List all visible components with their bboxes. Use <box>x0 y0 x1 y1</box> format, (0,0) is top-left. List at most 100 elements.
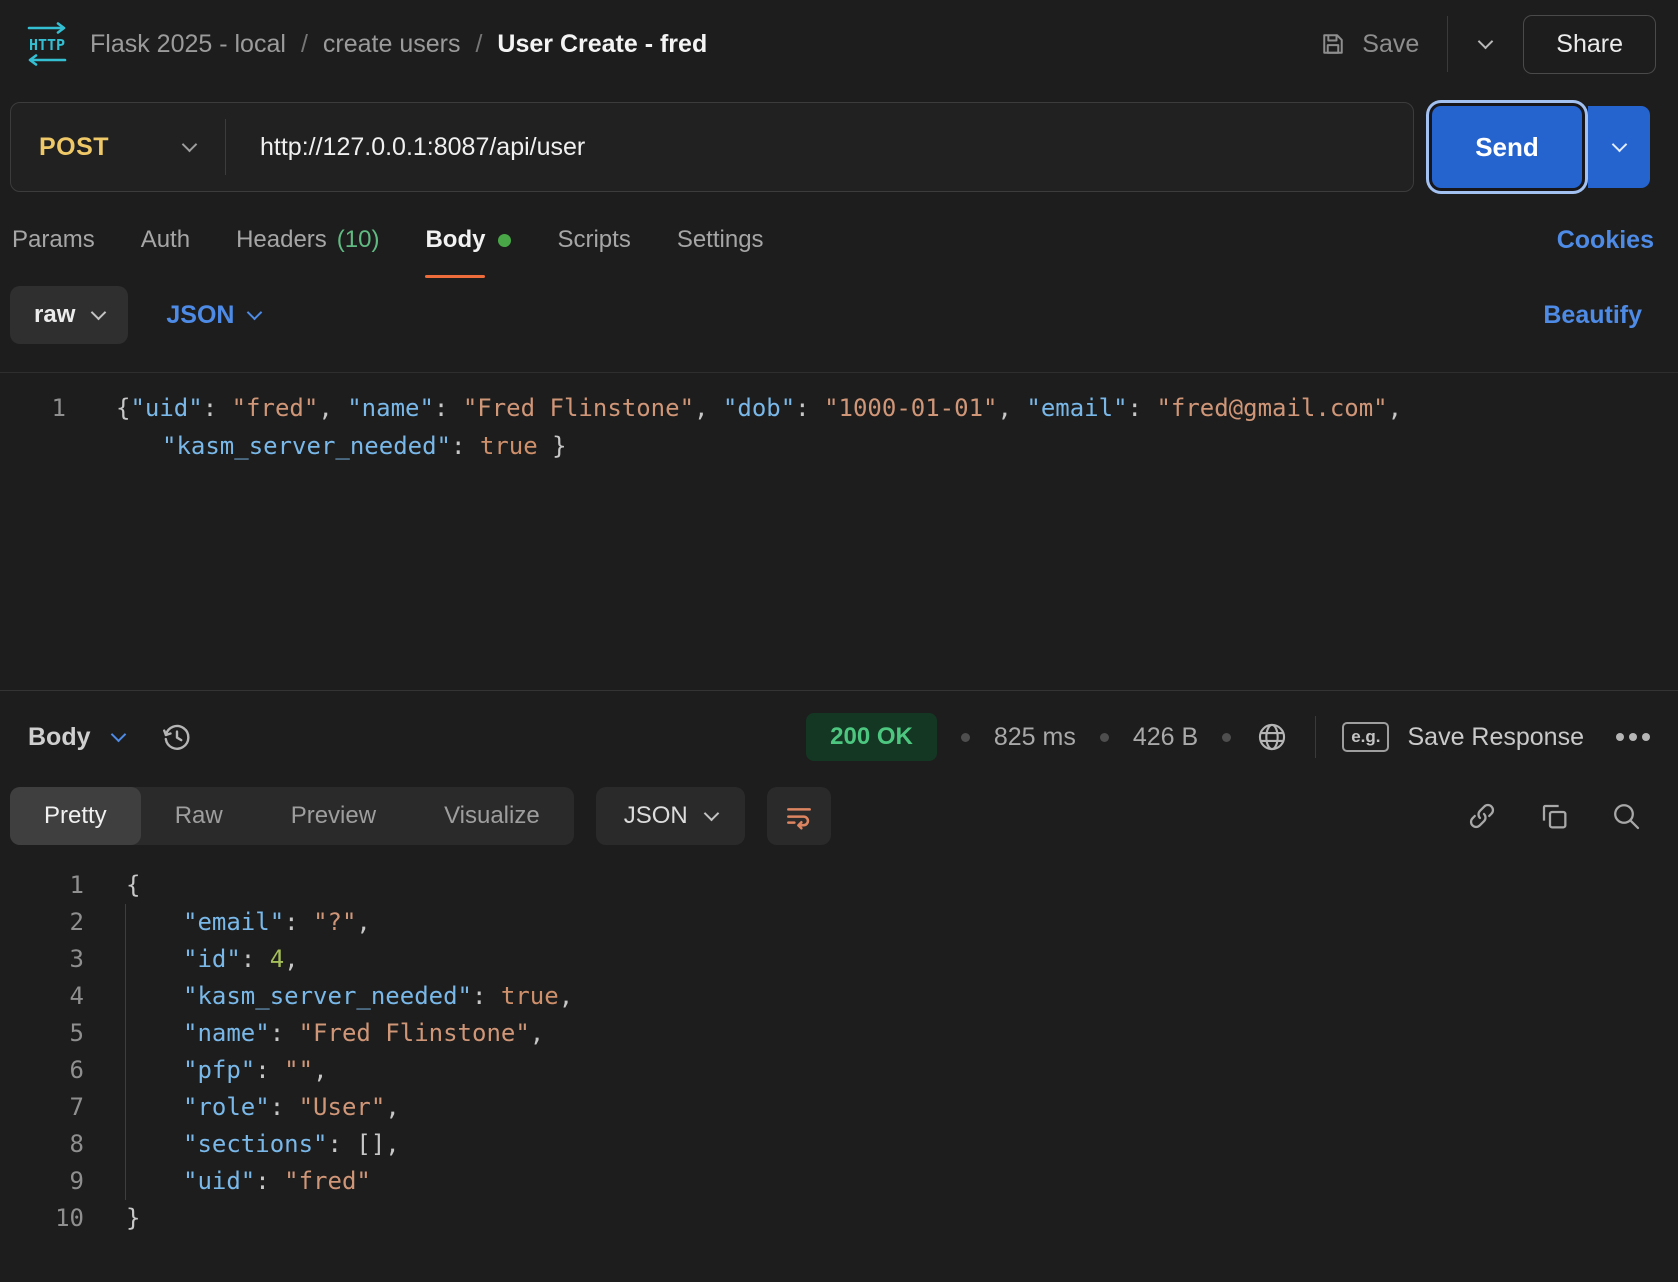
request-tabs: Params Auth Headers (10) Body Scripts Se… <box>0 202 1678 278</box>
meta-divider <box>1315 716 1316 758</box>
body-modified-dot <box>498 234 511 247</box>
more-options-icon[interactable] <box>1616 733 1650 741</box>
language-selector[interactable]: JSON <box>166 301 260 330</box>
chevron-down-icon <box>1611 136 1627 152</box>
response-view-segmented-control: Pretty Raw Preview Visualize <box>10 787 574 845</box>
globe-icon <box>1255 720 1289 754</box>
tab-pretty[interactable]: Pretty <box>10 787 141 845</box>
breadcrumb-collection[interactable]: Flask 2025 - local <box>90 30 286 59</box>
request-url-row: POST Send <box>10 102 1662 192</box>
tab-settings[interactable]: Settings <box>677 202 764 278</box>
body-format-label: raw <box>34 301 75 329</box>
tab-params-label: Params <box>12 202 95 278</box>
tab-visualize[interactable]: Visualize <box>410 787 574 845</box>
response-language-selector[interactable]: JSON <box>596 787 745 845</box>
breadcrumb-separator: / <box>475 30 482 59</box>
response-size: 426 B <box>1133 723 1198 752</box>
code-line: 4"kasm_server_needed": true, <box>0 978 1678 1015</box>
language-label: JSON <box>166 301 234 330</box>
network-info-button[interactable] <box>1255 720 1289 754</box>
save-button[interactable]: Save <box>1291 30 1447 59</box>
url-input[interactable] <box>226 133 1413 162</box>
code-line: 5"name": "Fred Flinstone", <box>0 1015 1678 1052</box>
save-label: Save <box>1362 30 1419 59</box>
url-container: POST <box>10 102 1414 192</box>
postman-window: HTTP Flask 2025 - local / create users /… <box>0 0 1678 1282</box>
meta-separator-dot <box>1100 733 1109 742</box>
send-button-group: Send <box>1432 102 1662 192</box>
response-panel-chevron[interactable] <box>113 735 124 740</box>
code-line: 6"pfp": "", <box>0 1052 1678 1089</box>
save-icon <box>1319 30 1347 58</box>
protocol-badge-label: HTTP <box>29 36 65 54</box>
code-line: 9"uid": "fred" <box>0 1163 1678 1200</box>
http-request-icon: HTTP <box>22 21 72 67</box>
response-meta: 200 OK 825 ms 426 B e.g. Save Response <box>806 713 1650 761</box>
response-language-label: JSON <box>624 802 688 830</box>
meta-separator-dot <box>961 733 970 742</box>
send-label: Send <box>1475 132 1539 163</box>
tab-auth-label: Auth <box>141 202 190 278</box>
copy-icon <box>1538 800 1570 832</box>
breadcrumb-separator: / <box>301 30 308 59</box>
breadcrumb-folder[interactable]: create users <box>323 30 461 59</box>
chevron-down-icon <box>247 304 263 320</box>
share-label: Share <box>1556 30 1623 58</box>
code-line: 2"email": "?", <box>0 904 1678 941</box>
response-panel-label: Body <box>28 723 91 752</box>
method-selector[interactable]: POST <box>11 133 225 162</box>
tab-body-label: Body <box>425 202 485 278</box>
meta-separator-dot <box>1222 733 1231 742</box>
code-line: 1{ <box>0 867 1678 904</box>
copy-link-button[interactable] <box>1466 800 1498 832</box>
body-format-row: raw JSON Beautify <box>0 278 1678 352</box>
response-view-tabs: Pretty Raw Preview Visualize JSON <box>0 783 1678 849</box>
code-line: "kasm_server_needed": true } <box>0 427 1678 465</box>
request-body-editor[interactable]: 1{"uid": "fred", "name": "Fred Flinstone… <box>0 373 1678 690</box>
header-actions: Save Share <box>1291 15 1656 74</box>
chevron-down-icon <box>1478 33 1494 49</box>
wrap-lines-icon <box>783 800 815 832</box>
code-line: 3"id": 4, <box>0 941 1678 978</box>
chevron-down-icon <box>182 136 198 152</box>
search-response-button[interactable] <box>1610 800 1642 832</box>
wrap-lines-button[interactable] <box>767 787 831 845</box>
save-options-chevron[interactable] <box>1448 42 1523 47</box>
headers-count-badge: (10) <box>337 226 380 254</box>
response-toolbar-icons <box>1466 800 1668 832</box>
example-icon[interactable]: e.g. <box>1342 722 1389 752</box>
save-response-button[interactable]: Save Response <box>1407 723 1584 752</box>
chevron-down-icon <box>110 726 126 742</box>
chevron-down-icon <box>703 805 719 821</box>
tab-settings-label: Settings <box>677 202 764 278</box>
tab-raw[interactable]: Raw <box>141 787 257 845</box>
code-line: 1{"uid": "fred", "name": "Fred Flinstone… <box>0 389 1678 427</box>
request-header-bar: HTTP Flask 2025 - local / create users /… <box>0 0 1678 88</box>
send-button[interactable]: Send <box>1432 106 1582 188</box>
beautify-link[interactable]: Beautify <box>1543 301 1668 330</box>
tab-body[interactable]: Body <box>425 202 511 278</box>
cookies-link[interactable]: Cookies <box>1557 226 1666 255</box>
response-history-button[interactable] <box>160 720 194 754</box>
tab-headers[interactable]: Headers (10) <box>236 202 379 278</box>
search-icon <box>1610 800 1642 832</box>
tab-params[interactable]: Params <box>12 202 95 278</box>
tab-preview[interactable]: Preview <box>257 787 410 845</box>
body-format-selector[interactable]: raw <box>10 286 128 344</box>
tab-scripts[interactable]: Scripts <box>557 202 630 278</box>
copy-response-button[interactable] <box>1538 800 1570 832</box>
method-label: POST <box>39 133 109 162</box>
tab-scripts-label: Scripts <box>557 202 630 278</box>
send-options-button[interactable] <box>1588 106 1650 188</box>
status-badge: 200 OK <box>806 713 937 761</box>
response-body-viewer[interactable]: 1{2"email": "?",3"id": 4,4"kasm_server_n… <box>0 849 1678 1282</box>
share-button[interactable]: Share <box>1523 15 1656 74</box>
code-line: 7"role": "User", <box>0 1089 1678 1126</box>
tab-headers-label: Headers (10) <box>236 202 379 278</box>
history-clock-icon <box>160 720 194 754</box>
response-header-bar: Body 200 OK 825 ms 426 B <box>0 691 1678 783</box>
code-line: 10} <box>0 1200 1678 1237</box>
tab-auth[interactable]: Auth <box>141 202 190 278</box>
request-title[interactable]: User Create - fred <box>497 30 707 59</box>
link-icon <box>1466 800 1498 832</box>
